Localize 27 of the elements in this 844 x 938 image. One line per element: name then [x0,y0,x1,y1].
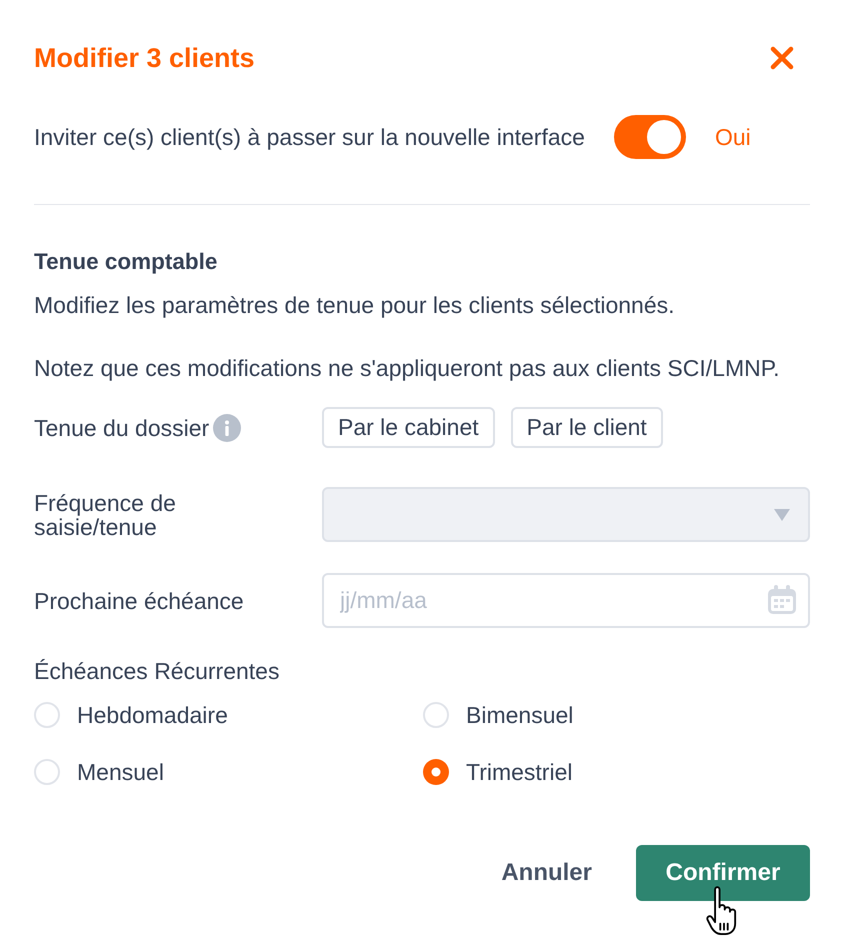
section-text: Notez que ces modifications ne s'appliqueront pas aux clients SCI/LMNP. [34,356,780,380]
close-icon[interactable] [770,46,794,70]
confirm-button[interactable]: Confirmer [636,845,810,901]
calendar-icon [767,585,797,615]
radio-icon[interactable] [34,702,60,728]
option-button[interactable]: Par le client [510,407,663,448]
option-button[interactable]: Par le cabinet [322,407,495,448]
radio-option[interactable]: Bimensuel [423,700,574,730]
radio-icon[interactable] [423,759,449,785]
invite-label: Inviter ce(s) client(s) à passer sur la nouvelle interface [34,124,585,150]
toggle-switch[interactable] [614,115,686,159]
toggle-state-label: Oui [714,124,751,150]
caret-icon [774,508,790,520]
radio-option[interactable]: Mensuel [34,757,164,787]
radio-icon[interactable] [34,759,60,785]
radio-option[interactable]: Hebdomadaire [34,700,228,730]
section-text: Modifiez les paramètres de tenue pour les clients sélectionnés. [34,293,676,317]
cancel-button[interactable]: Annuler [485,851,608,895]
radio-icon[interactable] [423,702,449,728]
dialog-title: Modifier 3 clients [34,42,255,74]
radio-option[interactable]: Trimestriel [423,757,572,787]
section-title: Tenue comptable [34,250,218,274]
info-icon[interactable] [213,414,242,442]
field-label: Fréquence de saisie/tenue [34,490,177,538]
field-label: Prochaine échéance [34,588,244,612]
recurrence-label: Échéances Récurrentes [34,659,280,683]
field-label: Tenue du dossier [34,416,210,440]
